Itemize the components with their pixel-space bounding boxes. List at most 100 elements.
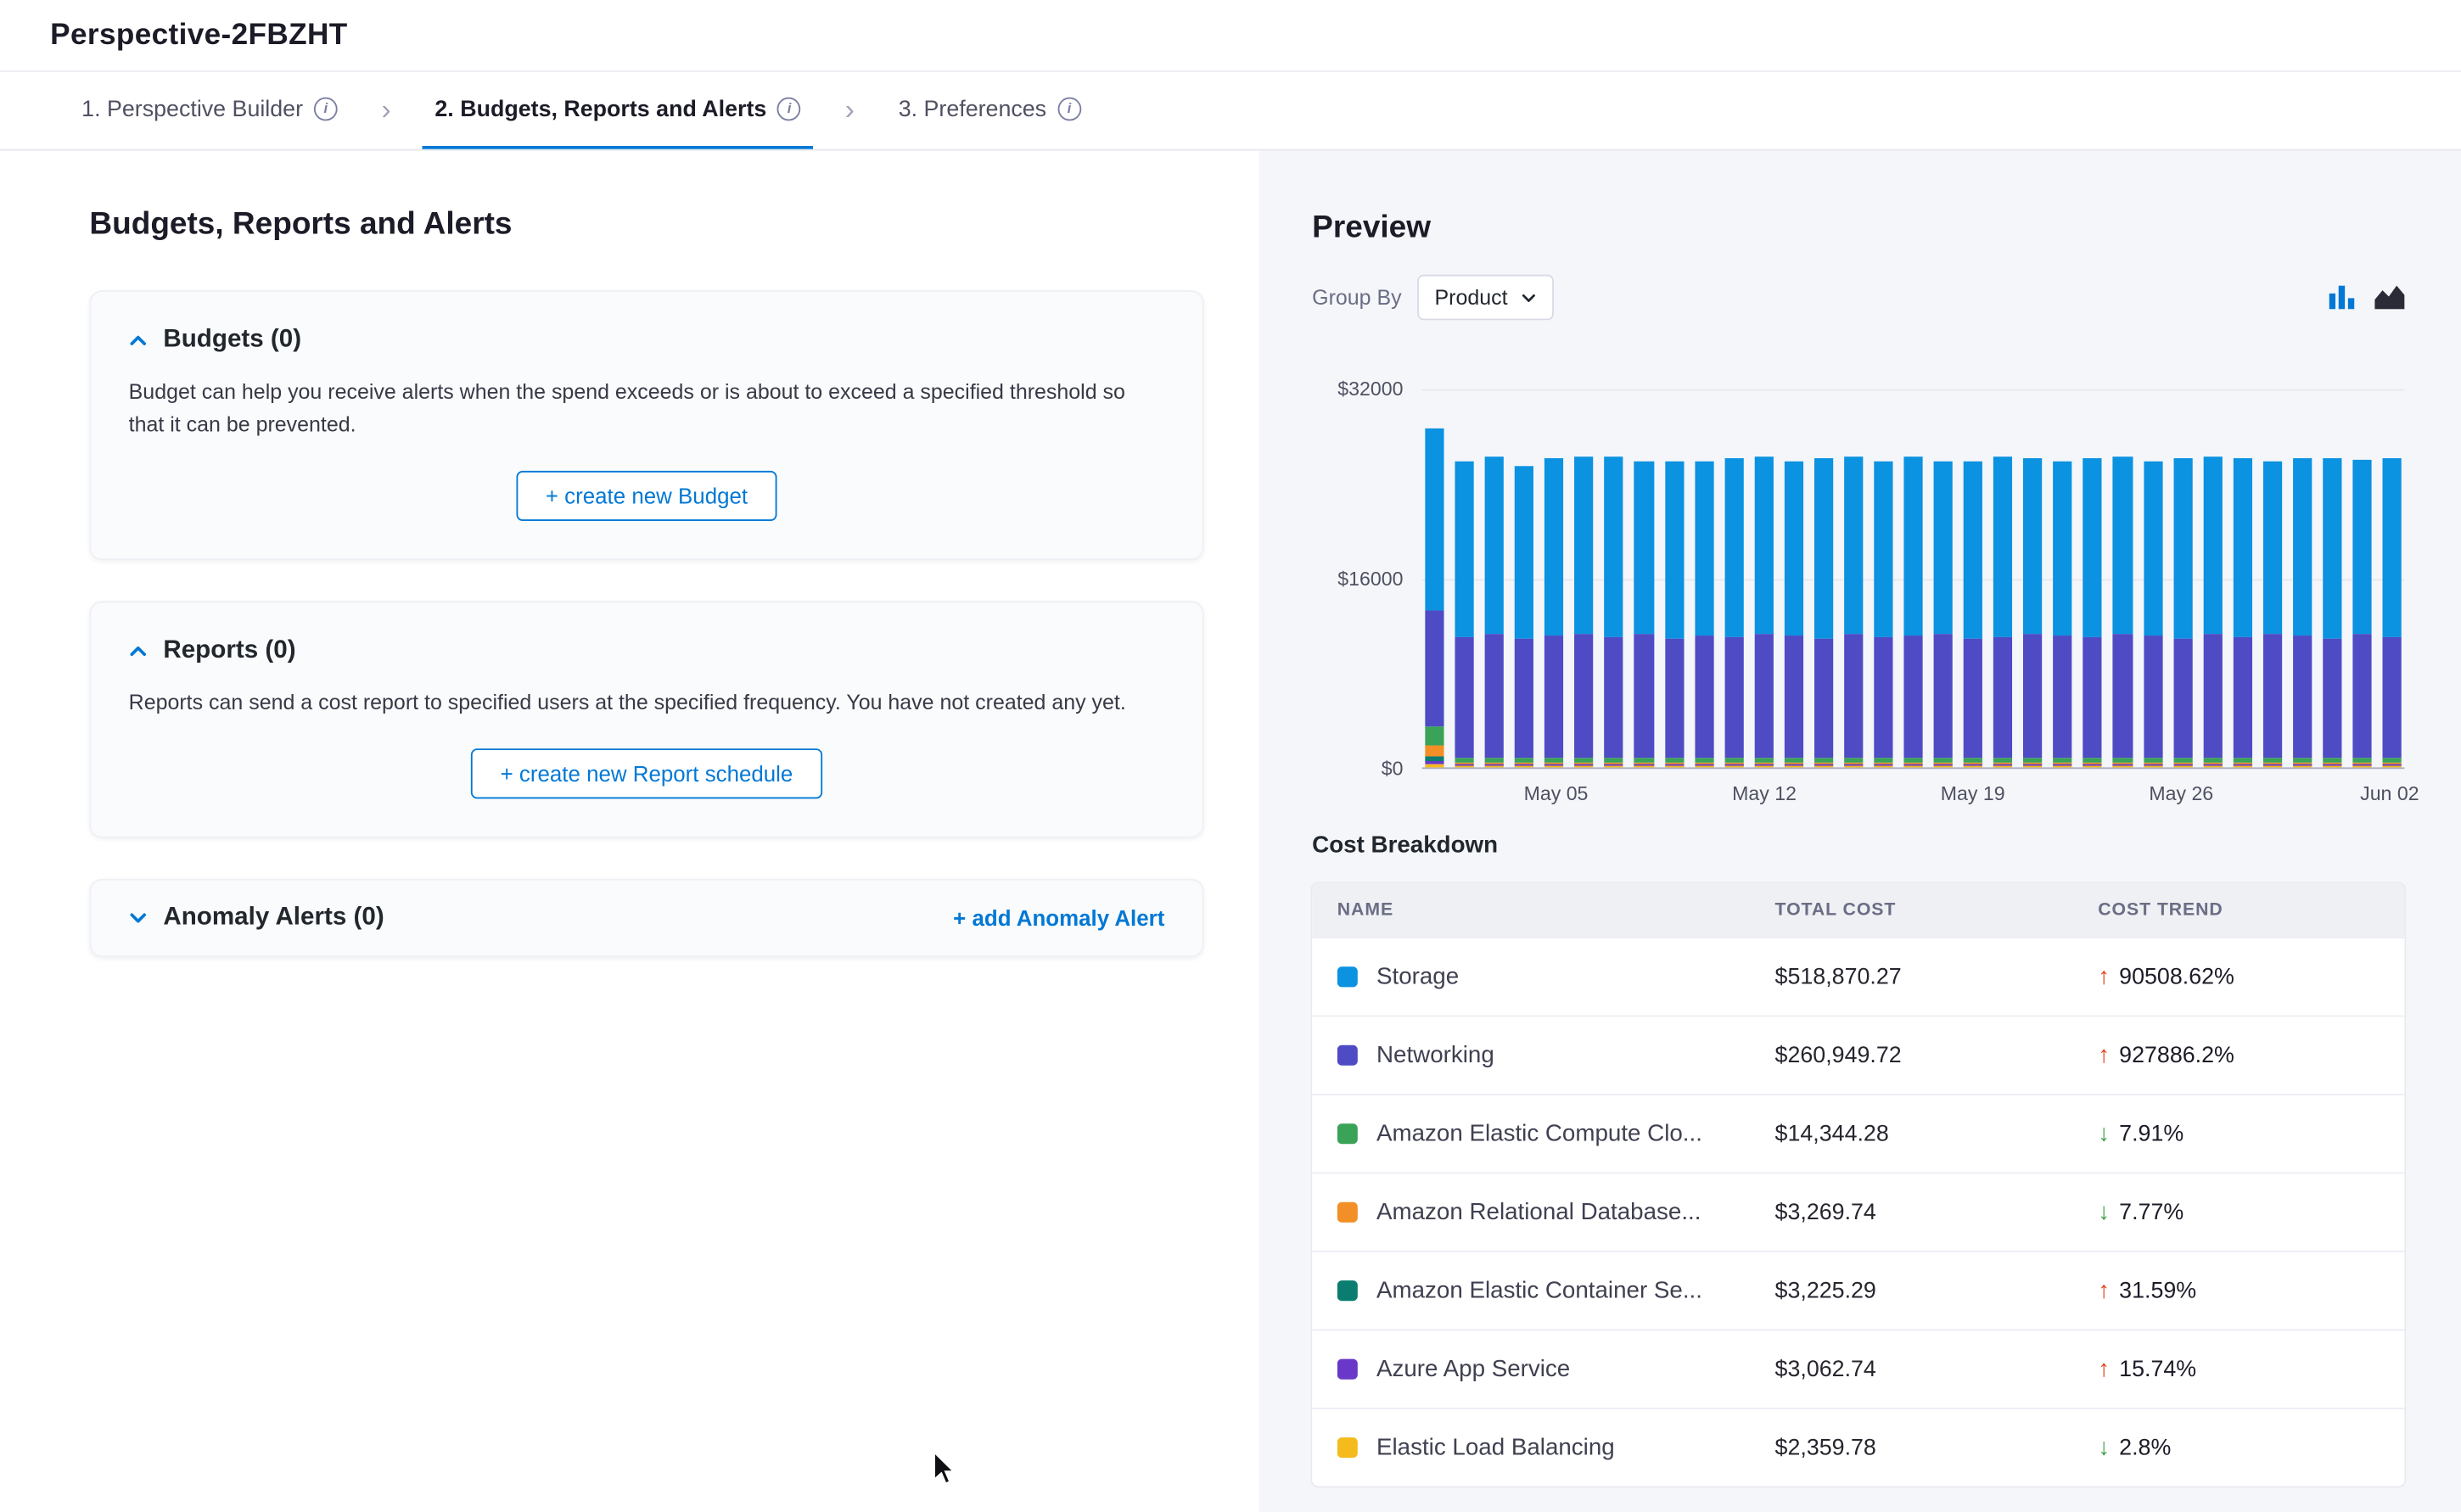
bar-segment-networking [2383, 636, 2402, 757]
bar-segment-networking [1575, 633, 1594, 757]
bar[interactable] [2233, 389, 2251, 768]
step-perspective-builder[interactable]: 1. Perspective Builder i [69, 72, 350, 149]
bar-segment-elastic-load-balancing [2293, 766, 2312, 767]
bar[interactable] [2203, 389, 2222, 768]
bar-segment-elastic-load-balancing [2203, 766, 2222, 767]
bar[interactable] [1664, 389, 1683, 768]
group-by-select[interactable]: Product [1417, 275, 1553, 321]
column-header-name: NAME [1337, 901, 1775, 920]
row-cost-trend: ↑15.74% [2098, 1356, 2380, 1382]
bar-segment-storage [1515, 465, 1533, 637]
bar[interactable] [1844, 389, 1863, 768]
bar-segment-networking [2143, 636, 2161, 757]
bar-segment-storage [1814, 458, 1833, 638]
bar[interactable] [1934, 389, 1953, 768]
legend-swatch [1337, 1437, 1358, 1458]
preview-title: Preview [1312, 210, 2404, 247]
bar[interactable] [1814, 389, 1833, 768]
step-budgets-reports-alerts[interactable]: 2. Budgets, Reports and Alerts i [423, 72, 814, 149]
bar[interactable] [2323, 389, 2341, 768]
bar[interactable] [1425, 389, 1444, 768]
bar-segment-networking [1515, 638, 1533, 758]
bar[interactable] [1784, 389, 1802, 768]
bar[interactable] [1575, 389, 1594, 768]
bar-segment-networking [1814, 638, 1833, 758]
bar-segment-elastic-load-balancing [1964, 766, 1982, 767]
bar-segment-networking [1485, 635, 1504, 758]
bar[interactable] [2083, 389, 2102, 768]
reports-card-header[interactable]: Reports (0) [129, 637, 1165, 665]
bar-segment-elastic-load-balancing [1664, 766, 1683, 767]
bar[interactable] [1634, 389, 1653, 768]
add-anomaly-alert-link[interactable]: + add Anomaly Alert [953, 905, 1164, 931]
bar-segment-storage [2233, 458, 2251, 636]
bar-segment-networking [2113, 635, 2132, 758]
area-chart-toggle-icon[interactable] [2374, 286, 2404, 310]
bar-segment-storage [1874, 462, 1892, 636]
bar[interactable] [1964, 389, 1982, 768]
bar-segment-storage [2173, 458, 2192, 638]
bar-segment-elastic-load-balancing [1993, 766, 2012, 767]
bar[interactable] [1695, 389, 1713, 768]
bar-segment-storage [1964, 461, 1982, 638]
bar-segment-storage [1634, 461, 1653, 635]
bar[interactable] [2054, 389, 2072, 768]
create-report-schedule-button[interactable]: + create new Report schedule [470, 748, 822, 798]
bar-segment-networking [1874, 636, 1892, 757]
table-row: Amazon Elastic Container Se...$3,225.29↑… [1312, 1251, 2404, 1329]
table-row: Amazon Elastic Compute Clo...$14,344.28↓… [1312, 1094, 2404, 1172]
bar[interactable] [1724, 389, 1743, 768]
bar[interactable] [1605, 389, 1623, 768]
row-name: Storage [1376, 964, 1459, 990]
row-total-cost: $260,949.72 [1775, 1043, 2099, 1068]
info-icon[interactable]: i [777, 98, 801, 121]
bar[interactable] [1754, 389, 1773, 768]
bar-chart-toggle-icon[interactable] [2329, 286, 2356, 310]
info-icon[interactable]: i [1057, 98, 1081, 121]
anomaly-alerts-card-header[interactable]: Anomaly Alerts (0) [129, 904, 384, 932]
bar[interactable] [2383, 389, 2402, 768]
bar-segment-elastic-load-balancing [2083, 766, 2102, 767]
bar-segment-networking [2352, 635, 2371, 758]
bar[interactable] [2113, 389, 2132, 768]
bar[interactable] [1993, 389, 2012, 768]
bar[interactable] [2293, 389, 2312, 768]
step-preferences[interactable]: 3. Preferences i [886, 72, 1094, 149]
info-icon[interactable]: i [314, 98, 338, 121]
trend-value: 90508.62% [2119, 965, 2234, 990]
bar[interactable] [1515, 389, 1533, 768]
bar-segment-networking [1695, 636, 1713, 757]
bar-segment-networking [1784, 636, 1802, 757]
bar-segment-elastic-load-balancing [1724, 766, 1743, 767]
bar[interactable] [1455, 389, 1474, 768]
create-budget-button[interactable]: + create new Budget [516, 471, 778, 521]
bar-segment-elastic-load-balancing [2323, 766, 2341, 767]
row-total-cost: $2,359.78 [1775, 1435, 2099, 1460]
bar-segment-elastic-load-balancing [2263, 766, 2282, 767]
group-by-label: Group By [1312, 286, 1401, 310]
bar-segment-storage [2023, 458, 2042, 635]
bar[interactable] [1874, 389, 1892, 768]
page-title: Perspective-2FBZHT [50, 18, 347, 53]
y-axis-label: $16000 [1337, 568, 1403, 591]
step-label: 3. Preferences [899, 97, 1046, 122]
bar[interactable] [2352, 389, 2371, 768]
bar[interactable] [2023, 389, 2042, 768]
bar[interactable] [1485, 389, 1504, 768]
anomaly-alerts-title: Anomaly Alerts (0) [163, 904, 384, 932]
bar[interactable] [2143, 389, 2161, 768]
row-name: Elastic Load Balancing [1376, 1434, 1615, 1460]
step-label: 2. Budgets, Reports and Alerts [434, 97, 766, 122]
bar-segment-storage [2143, 461, 2161, 636]
bar[interactable] [2263, 389, 2282, 768]
bar-segment-storage [1934, 461, 1953, 633]
bar[interactable] [1544, 389, 1563, 768]
bar[interactable] [2173, 389, 2192, 768]
budgets-card-header[interactable]: Budgets (0) [129, 327, 1165, 355]
x-axis-label: Jun 02 [2360, 783, 2419, 805]
bar-segment-elastic-load-balancing [2233, 766, 2251, 767]
step-label: 1. Perspective Builder [81, 97, 303, 122]
y-axis: $32000 $16000 $0 [1312, 389, 1421, 770]
row-total-cost: $3,269.74 [1775, 1200, 2099, 1225]
bar[interactable] [1903, 389, 1922, 768]
